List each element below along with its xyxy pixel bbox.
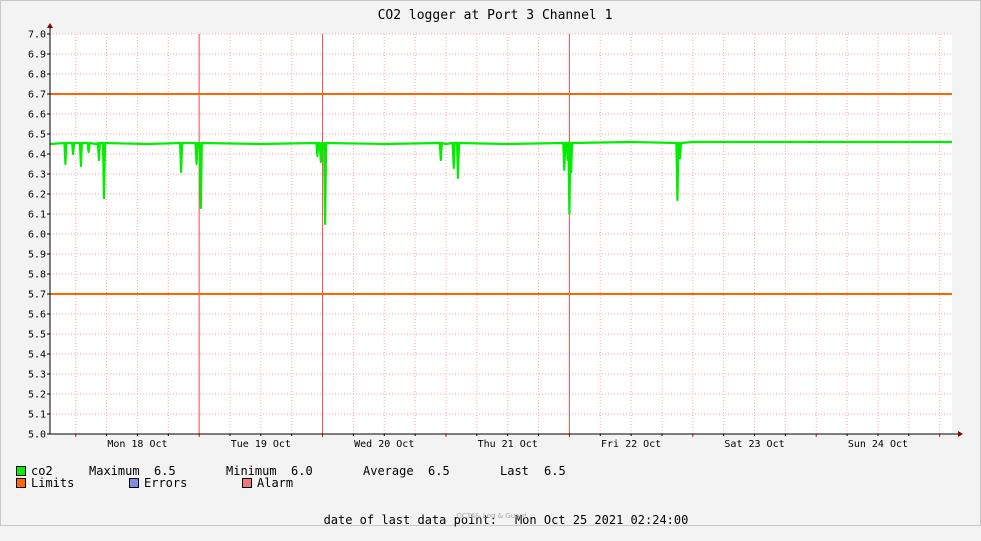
legend-alarm-label: Alarm: [257, 476, 294, 490]
legend-status-row: Limits Errors Alarm: [16, 476, 293, 490]
co2-dip-point: [563, 169, 566, 171]
x-tick-label: Wed 20 Oct: [354, 439, 414, 450]
co2-dip-point: [570, 171, 572, 173]
y-tick-label: 6.7: [28, 90, 46, 101]
co2-dip-point: [72, 153, 74, 155]
y-tick-label: 6.0: [28, 230, 46, 241]
co2-dip-point: [320, 161, 322, 163]
y-tick-label: 5.8: [28, 270, 46, 281]
x-tick-label: Fri 22 Oct: [601, 439, 661, 450]
y-tick-label: 5.7: [28, 290, 46, 301]
y-tick-label: 6.6: [28, 110, 46, 121]
x-tick-label: Tue 19 Oct: [231, 439, 291, 450]
co2-dip-point: [568, 213, 571, 215]
co2-dip-point: [324, 223, 326, 225]
last-data-point: date of last data point: Mon Oct 25 2021 …: [1, 499, 981, 541]
legend-average-label: Average: [363, 464, 414, 478]
y-tick-label: 5.6: [28, 310, 46, 321]
y-axis-arrow: [47, 23, 53, 28]
co2-dip-point: [180, 171, 182, 173]
co2-dip-point: [98, 159, 100, 161]
co2-dip-point: [452, 167, 455, 169]
brand-watermark: OCTA& Log & Guard: [456, 512, 527, 520]
legend-last-label: Last: [500, 464, 529, 478]
y-tick-label: 5.5: [28, 330, 46, 341]
x-tick-label: Sat 23 Oct: [724, 439, 784, 450]
co2-dip-point: [87, 151, 90, 153]
co2-dip-point: [316, 155, 319, 157]
alarm-color-swatch: [242, 478, 252, 488]
co2-dip-point: [200, 207, 202, 209]
y-tick-label: 5.4: [28, 350, 46, 361]
co2-dip-point: [103, 197, 105, 199]
y-tick-label: 6.8: [28, 70, 46, 81]
y-tick-label: 5.0: [28, 430, 46, 441]
y-tick-label: 5.9: [28, 250, 46, 261]
legend-minimum-value: 6.0: [291, 464, 313, 478]
legend-limits-label: Limits: [31, 476, 75, 490]
x-tick-label: Sun 24 Oct: [848, 439, 908, 450]
co2-dip-point: [566, 159, 569, 161]
y-tick-label: 6.3: [28, 170, 46, 181]
legend-last-value: 6.5: [544, 464, 566, 478]
x-tick-label: Mon 18 Oct: [107, 439, 167, 450]
y-tick-label: 5.2: [28, 390, 46, 401]
limits-color-swatch: [16, 478, 26, 488]
y-tick-label: 6.5: [28, 130, 46, 141]
co2-dip-point: [80, 165, 82, 167]
co2-dip-point: [676, 199, 679, 201]
chart-title: CO2 logger at Port 3 Channel 1: [378, 8, 613, 23]
y-tick-label: 6.4: [28, 150, 46, 161]
y-tick-label: 7.0: [28, 30, 46, 41]
graph-frame: CO2 logger at Port 3 Channel 1 5.0 5.1 5.2…: [0, 0, 981, 527]
x-tick-label: Thu 21 Oct: [478, 439, 538, 450]
y-tick-label: 6.9: [28, 50, 46, 61]
co2-dip-point: [195, 163, 198, 165]
y-tick-label: 5.3: [28, 370, 46, 381]
co2-chart: CO2 logger at Port 3 Channel 1 5.0 5.1 5.2…: [28, 8, 963, 450]
legend-average-value: 6.5: [428, 464, 450, 478]
errors-color-swatch: [129, 478, 139, 488]
co2-color-swatch: [16, 466, 26, 476]
co2-dip-point: [457, 177, 459, 179]
co2-dip-point: [440, 159, 442, 161]
y-tick-label: 5.1: [28, 410, 46, 421]
x-axis-arrow: [958, 431, 963, 437]
co2-dip-point: [679, 157, 681, 159]
y-tick-label: 6.2: [28, 190, 46, 201]
co2-dip-point: [64, 163, 67, 165]
y-tick-label: 6.1: [28, 210, 46, 221]
legend-errors-label: Errors: [144, 476, 188, 490]
